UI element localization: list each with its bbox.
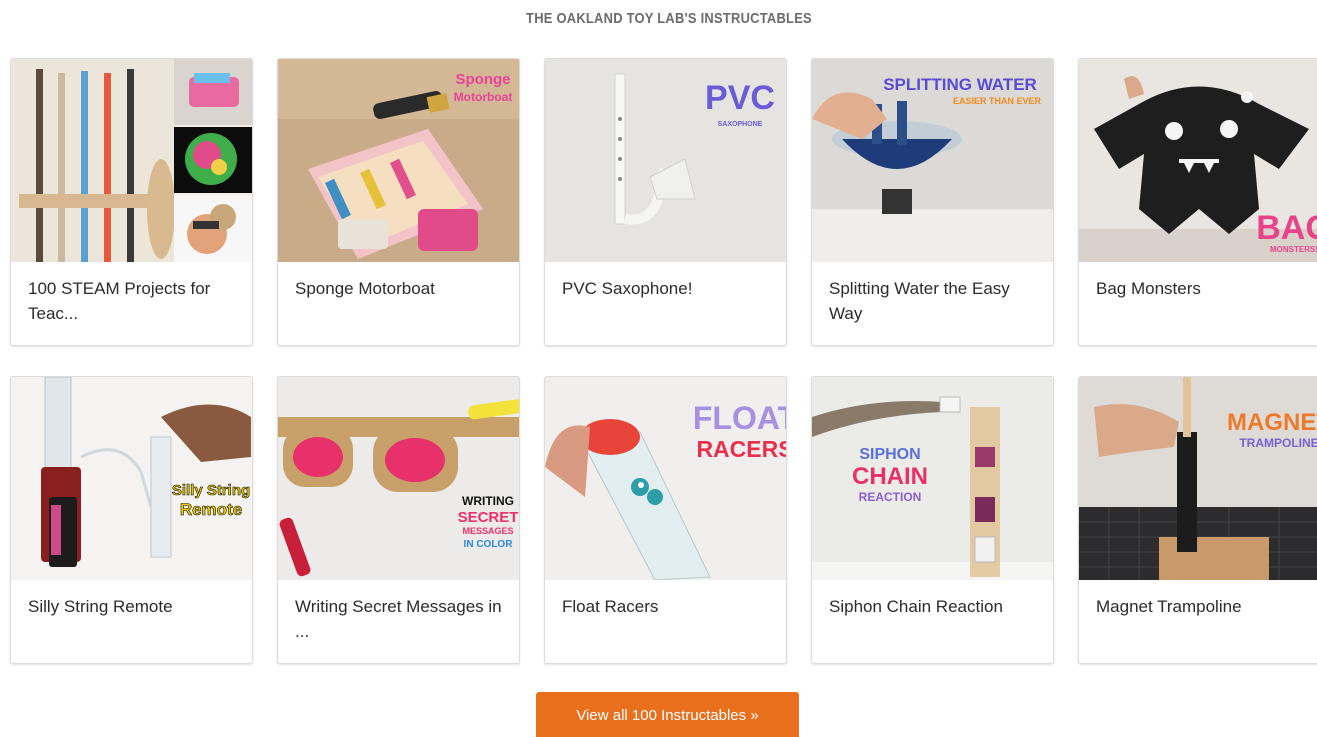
svg-text:SECRET: SECRET [458, 509, 519, 526]
project-thumbnail[interactable]: PVC SAXOPHONE [545, 59, 786, 262]
silly-overlay-text: Silly String [172, 482, 250, 499]
project-title[interactable]: Splitting Water the Easy Way [812, 262, 1053, 326]
secret-overlay-text: WRITING [462, 494, 514, 508]
project-thumbnail[interactable]: SPLITTING WATER EASIER THAN EVER [812, 59, 1053, 262]
svg-text:MONSTERS!: MONSTERS! [1270, 245, 1317, 254]
view-all-button[interactable]: View all 100 Instructables » [536, 692, 799, 737]
bag-overlay-text: BAG [1256, 209, 1317, 247]
section-title: THE OAKLAND TOY LAB'S INSTRUCTABLES [526, 10, 812, 27]
svg-text:RACERS: RACERS [696, 436, 787, 462]
project-thumbnail[interactable]: Silly String Remote [11, 377, 252, 580]
project-card[interactable]: MAGNET TRAMPOLINE Magnet Trampoline [1078, 376, 1317, 664]
svg-text:Motorboat: Motorboat [454, 90, 513, 104]
svg-text:EASIER THAN EVER: EASIER THAN EVER [953, 96, 1042, 106]
project-thumbnail[interactable]: Sponge Motorboat [278, 59, 519, 262]
bag-monsters-image: BAG MONSTERS! [1079, 59, 1317, 262]
project-title[interactable]: Float Racers [545, 580, 786, 619]
project-card[interactable]: FLOAT RACERS Float Racers [544, 376, 787, 664]
project-card[interactable]: Sponge Motorboat Sponge Motorboat [277, 58, 520, 346]
project-thumbnail[interactable]: SIPHON CHAIN REACTION [812, 377, 1053, 580]
steam-projects-collage-image [11, 59, 252, 262]
project-card[interactable]: WRITING SECRET MESSAGES IN COLOR Writing… [277, 376, 520, 664]
project-title[interactable]: Siphon Chain Reaction [812, 580, 1053, 619]
svg-text:TRAMPOLINE: TRAMPOLINE [1239, 436, 1317, 450]
svg-text:IN COLOR: IN COLOR [464, 539, 514, 550]
projects-grid: 100 STEAM Projects for Teac... Sponge Mo… [10, 58, 1317, 694]
projects-row: Silly String Remote Silly String Remote [10, 376, 1317, 664]
svg-text:Remote: Remote [180, 500, 242, 519]
project-card[interactable]: Silly String Remote Silly String Remote [10, 376, 253, 664]
pvc-saxophone-image: PVC SAXOPHONE [545, 59, 786, 262]
project-title[interactable]: 100 STEAM Projects for Teac... [11, 262, 252, 326]
svg-text:REACTION: REACTION [859, 490, 922, 504]
project-card[interactable]: SIPHON CHAIN REACTION Siphon Chain React… [811, 376, 1054, 664]
secret-messages-image: WRITING SECRET MESSAGES IN COLOR [278, 377, 519, 580]
magnet-overlay-text: MAGNET [1227, 409, 1317, 436]
project-title[interactable]: Bag Monsters [1079, 262, 1317, 301]
sponge-motorboat-image: Sponge Motorboat [278, 59, 519, 262]
project-title[interactable]: Silly String Remote [11, 580, 252, 619]
project-thumbnail[interactable]: WRITING SECRET MESSAGES IN COLOR [278, 377, 519, 580]
pvc-overlay-text: PVC [705, 79, 775, 117]
splitting-overlay-text: SPLITTING WATER [883, 75, 1037, 94]
project-thumbnail[interactable]: MAGNET TRAMPOLINE [1079, 377, 1317, 580]
project-card[interactable]: BAG MONSTERS! Bag Monsters [1078, 58, 1317, 346]
siphon-overlay-text: SIPHON [859, 446, 920, 463]
instructables-section: THE OAKLAND TOY LAB'S INSTRUCTABLES 100 … [0, 0, 1317, 737]
splitting-water-image: SPLITTING WATER EASIER THAN EVER [812, 59, 1053, 262]
silly-string-remote-image: Silly String Remote [11, 377, 252, 580]
project-title[interactable]: Sponge Motorboat [278, 262, 519, 301]
siphon-chain-reaction-image: SIPHON CHAIN REACTION [812, 377, 1053, 580]
svg-text:CHAIN: CHAIN [852, 463, 928, 490]
float-overlay-text: FLOAT [693, 400, 787, 436]
svg-text:SAXOPHONE: SAXOPHONE [718, 121, 763, 128]
project-title[interactable]: Magnet Trampoline [1079, 580, 1317, 619]
projects-row: 100 STEAM Projects for Teac... Sponge Mo… [10, 58, 1317, 346]
project-card[interactable]: 100 STEAM Projects for Teac... [10, 58, 253, 346]
magnet-trampoline-image: MAGNET TRAMPOLINE [1079, 377, 1317, 580]
float-racers-image: FLOAT RACERS [545, 377, 787, 580]
project-thumbnail[interactable]: BAG MONSTERS! [1079, 59, 1317, 262]
project-card[interactable]: PVC SAXOPHONE PVC Saxophone! [544, 58, 787, 346]
project-title[interactable]: PVC Saxophone! [545, 262, 786, 301]
project-card[interactable]: SPLITTING WATER EASIER THAN EVER Splitti… [811, 58, 1054, 346]
svg-text:MESSAGES: MESSAGES [462, 526, 513, 536]
project-thumbnail[interactable]: FLOAT RACERS [545, 377, 787, 580]
sponge-overlay-text: Sponge [456, 71, 511, 88]
project-title[interactable]: Writing Secret Messages in ... [278, 580, 519, 644]
project-thumbnail[interactable] [11, 59, 252, 262]
